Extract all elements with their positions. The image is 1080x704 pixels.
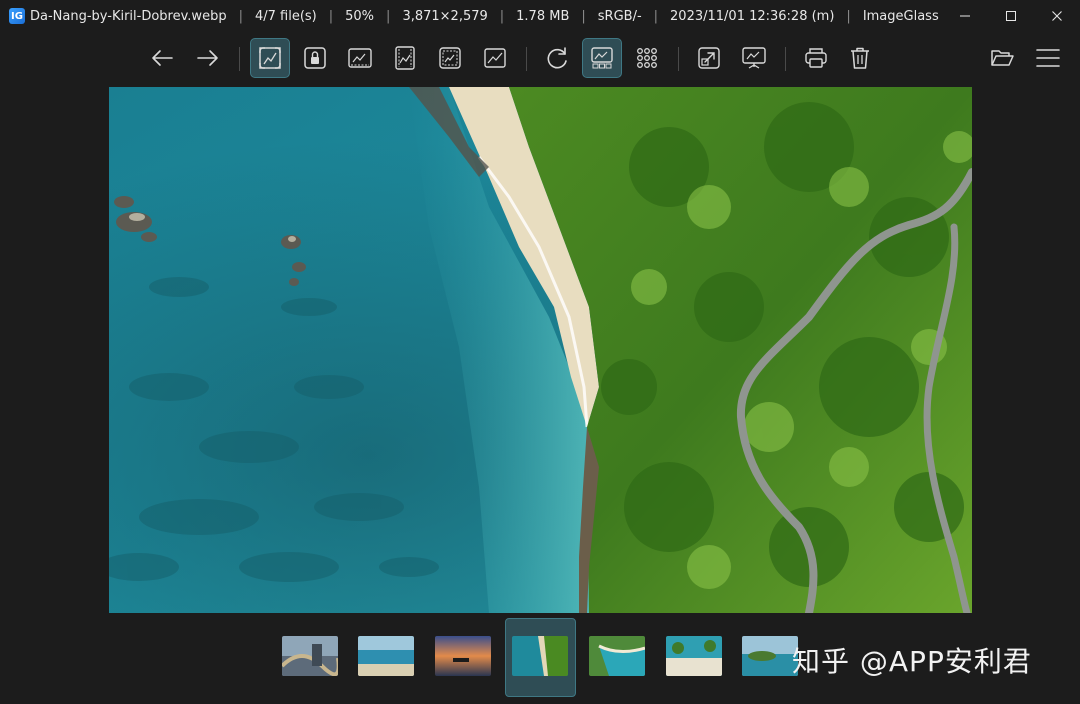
lock-zoom-button[interactable] (295, 38, 335, 78)
scale-to-height-button[interactable] (385, 38, 425, 78)
slideshow-button[interactable] (734, 38, 774, 78)
app-logo-text: IG (11, 10, 23, 22)
thumbnail[interactable] (742, 636, 798, 676)
toolbar (0, 37, 1080, 81)
file-size: 1.78 MB (516, 8, 570, 24)
thumbnail-image-island (742, 636, 798, 676)
maximize-button[interactable] (988, 0, 1034, 32)
zoom-level: 50% (345, 8, 375, 24)
thumbnail-image-sunset (435, 636, 491, 676)
grid-icon (637, 48, 657, 68)
maximize-icon (1006, 11, 1016, 21)
title-separator: | (499, 8, 505, 24)
scale-to-width-button[interactable] (340, 38, 380, 78)
thumbnail-image-city (282, 636, 338, 676)
scale-to-height-icon (395, 46, 415, 70)
scale-to-fit-button[interactable] (430, 38, 470, 78)
grid-button[interactable] (627, 38, 667, 78)
file-index: 4/7 file(s) (254, 8, 317, 24)
forward-arrow-icon (197, 50, 218, 66)
thumbnail[interactable] (512, 636, 568, 676)
menu-button[interactable] (1028, 38, 1068, 78)
back-arrow-icon (152, 50, 173, 66)
file-date: 2023/11/01 12:36:28 (m) (670, 8, 835, 24)
minimize-icon (960, 15, 970, 17)
title-separator: | (238, 8, 243, 24)
title-bar: IG Da-Nang-by-Kiril-Dobrev.webp | 4/7 fi… (0, 0, 1080, 32)
title-separator: | (846, 8, 851, 24)
color-profile: sRGB/- (597, 8, 642, 24)
thumbnail-image-beach (358, 636, 414, 676)
scale-to-fill-button[interactable] (475, 38, 515, 78)
watermark-text: 知乎 @APP安利君 (792, 645, 1032, 678)
auto-zoom-button[interactable] (250, 38, 290, 78)
thumbnail-image-resort (666, 636, 722, 676)
thumbnail[interactable] (282, 636, 338, 676)
print-button[interactable] (796, 38, 836, 78)
title-separator: | (653, 8, 659, 24)
app-name: ImageGlass (862, 8, 939, 24)
fullscreen-icon (698, 47, 720, 69)
open-folder-icon (991, 50, 1014, 66)
toolbar-divider (526, 47, 527, 71)
thumbnail[interactable] (435, 636, 491, 676)
image-viewer[interactable] (109, 87, 972, 613)
aerial-coast-image (109, 87, 972, 613)
title-separator: | (328, 8, 334, 24)
gallery-button[interactable] (582, 38, 622, 78)
title-separator: | (581, 8, 586, 24)
title-separator: | (386, 8, 391, 24)
lock-zoom-icon (304, 47, 326, 69)
menu-icon (1036, 49, 1060, 67)
toolbar-divider (678, 47, 679, 71)
back-button[interactable] (142, 38, 182, 78)
open-folder-button[interactable] (982, 38, 1022, 78)
delete-icon (851, 47, 869, 69)
close-button[interactable] (1034, 0, 1080, 32)
delete-button[interactable] (840, 38, 880, 78)
forward-button[interactable] (188, 38, 228, 78)
close-icon (1052, 11, 1062, 21)
thumbnail-image-bay (589, 636, 645, 676)
toolbar-divider (239, 47, 240, 71)
scale-to-fill-icon (484, 48, 506, 68)
thumbnail[interactable] (589, 636, 645, 676)
minimize-button[interactable] (942, 0, 988, 32)
thumbnail[interactable] (666, 636, 722, 676)
image-dimensions: 3,871×2,579 (402, 8, 488, 24)
toolbar-divider (785, 47, 786, 71)
gallery-icon (591, 47, 613, 69)
auto-zoom-icon (259, 47, 281, 69)
thumbnail[interactable] (358, 636, 414, 676)
print-icon (805, 48, 827, 68)
thumbnail-image-coast (512, 636, 568, 676)
refresh-button[interactable] (537, 38, 577, 78)
fullscreen-button[interactable] (689, 38, 729, 78)
app-logo-icon: IG (9, 8, 25, 24)
file-name: Da-Nang-by-Kiril-Dobrev.webp (30, 8, 227, 24)
scale-to-width-icon (348, 48, 372, 68)
scale-to-fit-icon (439, 47, 461, 69)
refresh-icon (547, 47, 567, 69)
slideshow-icon (742, 47, 766, 69)
